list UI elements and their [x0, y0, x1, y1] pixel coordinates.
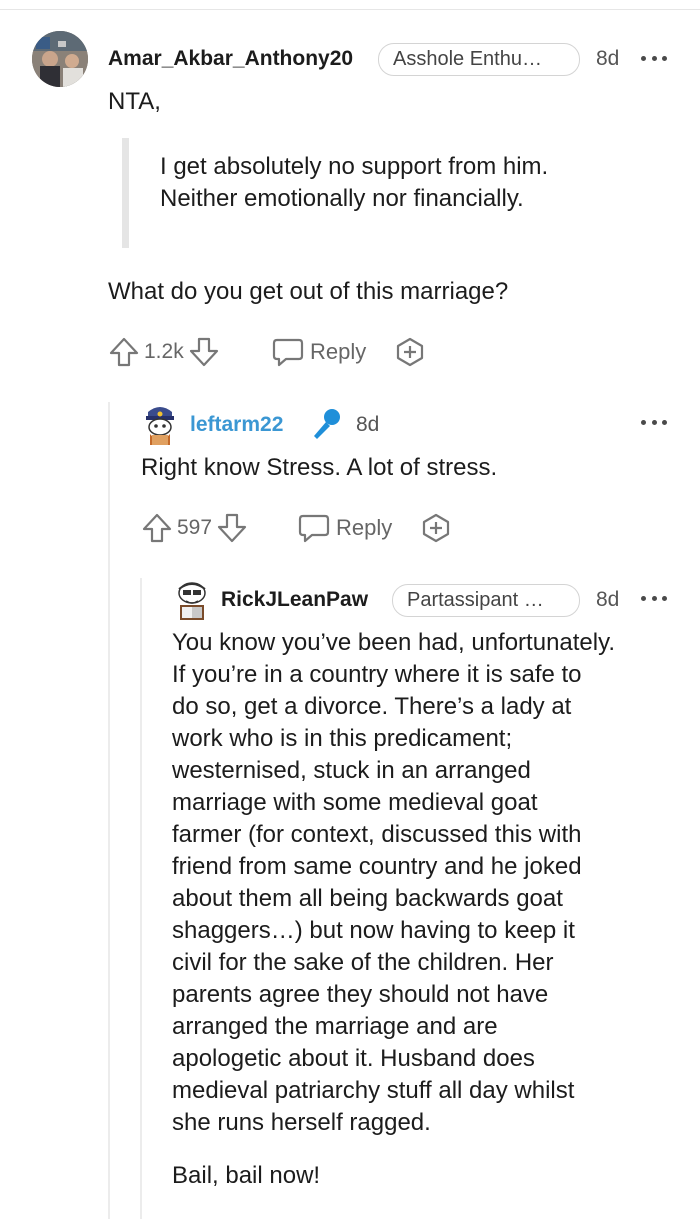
snoo-avatar-icon	[146, 407, 174, 445]
comment-line: farmer (for context, discussed this with	[172, 821, 582, 848]
speech-bubble-icon	[272, 338, 304, 367]
comment-line: You know you’ve been had, unfortunately.	[172, 629, 615, 656]
reply-label: Reply	[336, 515, 393, 540]
top-divider	[0, 9, 700, 10]
timestamp: 8d	[596, 588, 620, 611]
quote-line: Neither emotionally nor financially.	[160, 185, 524, 212]
user-flair: Partassipant …	[392, 584, 580, 617]
avatar[interactable]	[140, 404, 180, 446]
username[interactable]: RickJLeanPaw	[221, 588, 368, 612]
timestamp: 8d	[356, 413, 380, 436]
vote-count: 597	[177, 516, 213, 539]
comment-line: westernised, stuck in an arranged	[172, 757, 531, 784]
comment-line: marriage with some medieval goat	[172, 789, 538, 816]
comment-text: NTA,	[108, 88, 161, 115]
thread-line	[108, 402, 110, 1219]
comment-text: What do you get out of this marriage?	[108, 278, 509, 305]
username[interactable]: Amar_Akbar_Anthony20	[108, 47, 353, 71]
reply-button[interactable]: Reply	[298, 511, 392, 545]
reply-label: Reply	[310, 339, 367, 364]
downvote-arrow-icon[interactable]	[216, 512, 248, 544]
avatar[interactable]	[172, 579, 212, 621]
comment-line: parents agree they should not have	[172, 981, 549, 1008]
reply-button[interactable]: Reply	[272, 335, 366, 369]
timestamp: 8d	[596, 47, 620, 70]
quote-bar	[122, 138, 129, 248]
award-plus-icon	[422, 513, 450, 543]
thread-line	[140, 578, 142, 1219]
more-dots-icon[interactable]	[641, 54, 667, 62]
comment-line: arranged the marriage and are	[172, 1013, 498, 1040]
quote-line: I get absolutely no support from him.	[160, 153, 549, 180]
snoo-avatar-icon	[178, 582, 206, 620]
comment-line: medieval patriarchy stuff all day whilst	[172, 1077, 575, 1104]
comment-text: Bail, bail now!	[172, 1162, 321, 1189]
microphone-icon	[314, 409, 340, 439]
comment-line: do so, get a divorce. There’s a lady at	[172, 693, 572, 720]
username[interactable]: leftarm22	[190, 413, 283, 437]
comment-line: apologetic about it. Husband does	[172, 1045, 535, 1072]
upvote-arrow-icon[interactable]	[141, 512, 173, 544]
award-plus-icon	[396, 337, 424, 367]
comment-line: she runs herself ragged.	[172, 1109, 431, 1136]
comment-line: friend from same country and he joked	[172, 853, 582, 880]
comment-text: Right know Stress. A lot of stress.	[141, 454, 498, 481]
comment-line: If you’re in a country where it is safe …	[172, 661, 582, 688]
comment-line: shaggers…) but now having to keep it	[172, 917, 575, 944]
award-button[interactable]	[394, 336, 426, 368]
vote-bar: 597	[141, 511, 248, 545]
vote-bar: 1.2k	[108, 335, 220, 369]
downvote-arrow-icon[interactable]	[188, 336, 220, 368]
vote-count: 1.2k	[144, 340, 184, 363]
comment-line: work who is in this predicament;	[172, 725, 513, 752]
comment-line: civil for the sake of the children. Her	[172, 949, 554, 976]
more-dots-icon[interactable]	[641, 418, 667, 426]
avatar[interactable]	[32, 31, 88, 87]
avatar-photo-icon	[32, 31, 88, 87]
upvote-arrow-icon[interactable]	[108, 336, 140, 368]
more-dots-icon[interactable]	[641, 594, 667, 602]
comment-line: about them all being backwards goat	[172, 885, 563, 912]
user-flair: Asshole Enthu…	[378, 43, 580, 76]
award-button[interactable]	[420, 512, 452, 544]
speech-bubble-icon	[298, 514, 330, 543]
